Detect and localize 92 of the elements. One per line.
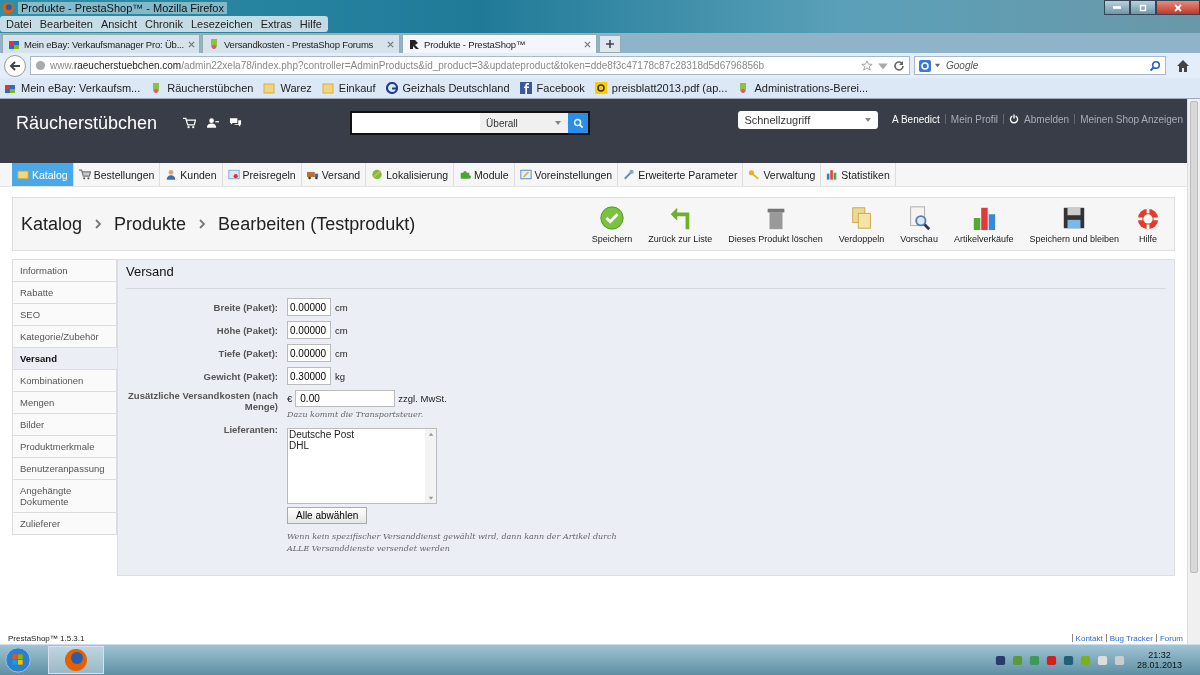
sidebar-item[interactable]: Rabatte xyxy=(12,282,117,304)
nav-tab[interactable]: Verwaltung xyxy=(743,163,822,186)
web-search-field[interactable]: Google xyxy=(914,56,1166,75)
hint-text: Dazu kommt die Transportsteuer. xyxy=(287,410,424,419)
bookmark[interactable]: Geizhals Deutschland xyxy=(385,82,510,94)
toolbar-button[interactable]: Artikelverkäufe xyxy=(948,204,1019,244)
field-label: Gewicht (Paket): xyxy=(202,370,278,382)
header-link[interactable]: Mein Profil xyxy=(950,113,999,125)
admin-search-field[interactable]: Überall xyxy=(350,111,591,135)
toolbar-button[interactable]: Zurück zur Liste xyxy=(643,204,718,244)
unit-label: zzgl. MwSt. xyxy=(398,393,447,404)
field-label: Tiefe (Paket): xyxy=(217,347,278,359)
bookmark[interactable]: Administrations-Berei... xyxy=(737,82,869,94)
nav-tab[interactable]: Lokalisierung xyxy=(366,163,455,186)
breadcrumb-item[interactable]: Bearbeiten (Testprodukt) xyxy=(218,213,416,235)
header-link[interactable]: Meinen Shop Anzeigen xyxy=(1080,113,1183,125)
sidebar-item[interactable]: Produktmerkmale xyxy=(12,436,117,458)
clock-date: 28.01.2013 xyxy=(1136,660,1182,670)
toolbar-button[interactable]: Hilfe xyxy=(1130,204,1166,244)
input-field[interactable]: 0.00000 xyxy=(287,298,331,316)
sidebar-item[interactable]: Versand xyxy=(12,348,117,370)
menu-item[interactable]: Extras xyxy=(256,18,296,30)
toolbar-button[interactable]: Speichern xyxy=(586,204,638,244)
field-label: Breite (Paket): xyxy=(212,301,278,313)
bookmark[interactable]: preisblatt2013.pdf (ap... xyxy=(594,82,728,94)
nav-tab[interactable]: Preisregeln xyxy=(222,163,302,186)
sidebar-item[interactable]: Mengen xyxy=(12,392,117,414)
menu-item[interactable]: Chronik xyxy=(141,18,187,30)
deselect-all-button[interactable]: Alle abwählen xyxy=(287,507,368,524)
input-field[interactable]: 0.00000 xyxy=(287,344,331,362)
field-label: Lieferanten: xyxy=(222,424,278,435)
unit-label: kg xyxy=(335,370,346,382)
nav-tab[interactable]: Voreinstellungen xyxy=(514,163,619,186)
toolbar-button[interactable]: Dieses Produkt löschen xyxy=(723,204,828,244)
hint-text: Wenn kein spezifischer Versanddienst gewählt wird, dann kann der Artikel durch ALLE Versanddienste versendet werden xyxy=(287,531,617,555)
sidebar-item[interactable]: Kategorie/Zubehör xyxy=(12,326,117,348)
currency-label: € xyxy=(287,393,293,404)
bookmark[interactable]: Warez xyxy=(263,82,312,94)
menu-item[interactable]: Lesezeichen xyxy=(186,18,257,30)
footer-link[interactable]: Bug Tracker xyxy=(1109,633,1153,643)
sidebar-item[interactable]: SEO xyxy=(12,304,117,326)
nav-tab[interactable]: Erweiterte Parameter xyxy=(618,163,744,186)
unit-label: cm xyxy=(335,347,348,359)
input-field[interactable]: 0.30000 xyxy=(287,367,331,385)
quick-access-select[interactable]: Schnellzugriff xyxy=(738,111,879,129)
bookmark[interactable]: Einkauf xyxy=(321,82,376,94)
bookmark[interactable]: Mein eBay: Verkaufsm... xyxy=(4,82,141,94)
version-text: PrestaShop™ 1.5.3.1 xyxy=(8,633,85,643)
carrier-list[interactable]: Deutsche Post DHL xyxy=(287,428,437,504)
input-field[interactable]: 0.00000 xyxy=(287,321,331,339)
toolbar-button[interactable]: Verdoppeln xyxy=(833,204,890,244)
sidebar-item[interactable]: Zulieferer xyxy=(12,513,117,535)
browser-tab[interactable]: Mein eBay: Verkaufsmanager Pro: Üb... xyxy=(2,34,200,53)
menu-item[interactable]: Ansicht xyxy=(96,18,141,30)
nav-tab[interactable]: Bestellungen xyxy=(73,163,161,186)
search-scope-select[interactable]: Überall xyxy=(480,113,569,133)
input-field[interactable]: 0.00 xyxy=(295,390,396,407)
field-label: Zusätzliche Versandkosten (nach Menge) xyxy=(127,390,278,412)
window-title: Produkte - PrestaShop™ - Mozilla Firefox xyxy=(18,2,227,14)
shop-name[interactable]: Räucherstübchen xyxy=(16,113,158,134)
header-link[interactable]: Abmelden xyxy=(1024,113,1070,125)
list-option[interactable]: Deutsche Post xyxy=(288,429,425,440)
unit-label: cm xyxy=(335,301,348,313)
breadcrumb-item[interactable]: Katalog xyxy=(21,213,83,235)
menu-item[interactable]: Datei xyxy=(2,18,36,30)
bookmark[interactable]: Räucherstübchen xyxy=(150,82,254,94)
unit-label: cm xyxy=(335,324,348,336)
nav-tab[interactable]: Versand xyxy=(301,163,367,186)
nav-tab[interactable]: Kunden xyxy=(160,163,223,186)
bookmark[interactable]: Facebook xyxy=(519,82,585,94)
sidebar-item[interactable]: Information xyxy=(12,259,117,282)
section-title: Versand xyxy=(126,264,1166,289)
menu-item[interactable]: Bearbeiten xyxy=(35,18,97,30)
browser-tab[interactable]: Produkte - PrestaShop™ xyxy=(402,34,597,53)
field-label: Höhe (Paket): xyxy=(215,324,278,336)
address-bar[interactable]: www.raeucherstuebchen.com/admin22xela78/index.php?controller=AdminProducts&id_product=3&updateproduct&token=dde8f3c47178c87c28318d5d6796856b xyxy=(30,56,910,75)
clock-time: 21:32 xyxy=(1148,650,1171,660)
sidebar-item[interactable]: Benutzeranpassung xyxy=(12,458,117,480)
menu-item[interactable]: Hilfe xyxy=(295,18,326,30)
nav-tab[interactable]: Statistiken xyxy=(821,163,896,186)
breadcrumb-item[interactable]: Produkte xyxy=(114,213,187,235)
toolbar-button[interactable]: Speichern und bleiben xyxy=(1024,204,1124,244)
sidebar-item[interactable]: Kombinationen xyxy=(12,370,117,392)
browser-tab[interactable]: Versandkosten - PrestaShop Forums xyxy=(202,34,400,53)
nav-tab[interactable]: Module xyxy=(454,163,515,186)
sidebar-item[interactable]: Angehängte Dokumente xyxy=(12,480,117,513)
sidebar-item[interactable]: Bilder xyxy=(12,414,117,436)
footer-link[interactable]: Kontakt xyxy=(1075,633,1103,643)
list-option[interactable]: DHL xyxy=(288,440,425,451)
toolbar-button[interactable]: Vorschau xyxy=(895,204,943,244)
user-name: A Benedict xyxy=(892,113,940,125)
footer-link[interactable]: Forum xyxy=(1159,633,1183,643)
